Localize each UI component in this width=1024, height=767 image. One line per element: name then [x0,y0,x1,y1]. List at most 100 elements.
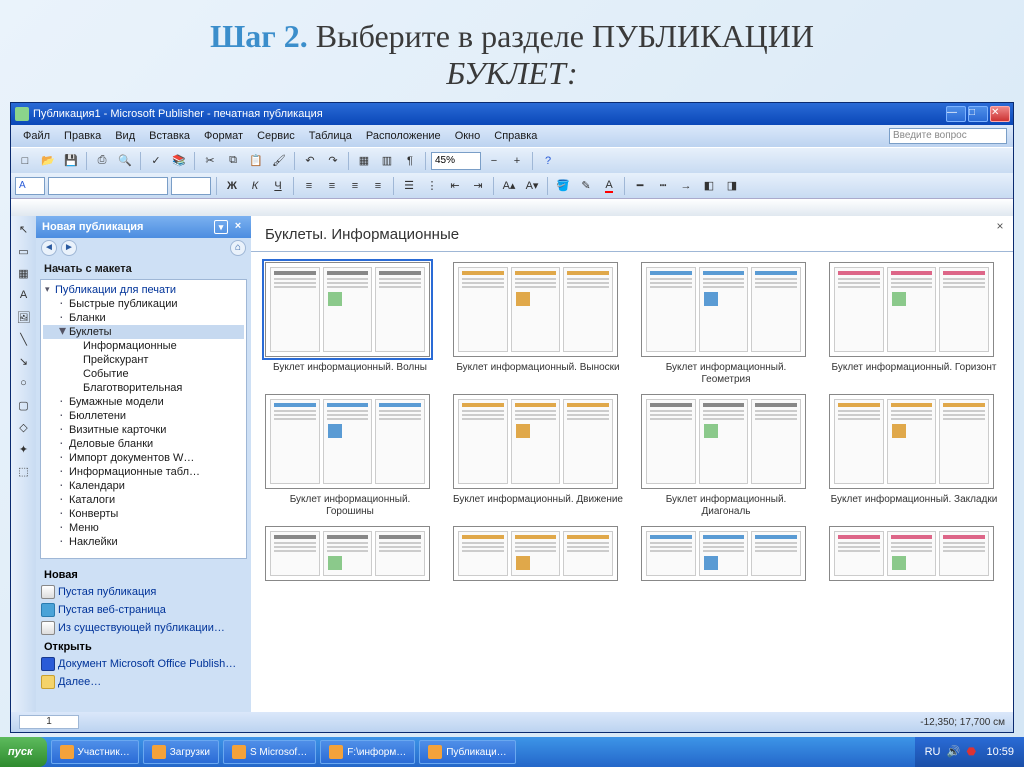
template-thumbnail[interactable]: Буклет информационный. Геометрия [641,262,811,386]
menu-tools[interactable]: Сервис [251,128,301,144]
menu-insert[interactable]: Вставка [143,128,196,144]
tree-item[interactable]: Наклейки [43,535,244,549]
size-combobox[interactable] [171,177,211,195]
research-icon[interactable]: 📚 [169,151,189,171]
template-thumbnail[interactable]: Буклет информационный. Горошины [265,394,435,518]
menu-format[interactable]: Формат [198,128,249,144]
tray-shield-icon[interactable]: ⬣ [966,745,980,759]
tree-item[interactable]: Благотворительная [43,381,244,395]
template-thumbnail[interactable]: Буклет информационный. Выноски [453,262,623,386]
print-icon[interactable]: ⎙ [92,151,112,171]
menu-window[interactable]: Окно [449,128,487,144]
taskpane-dropdown-icon[interactable]: ▾ [214,220,228,234]
help-search-input[interactable]: Введите вопрос [889,128,1007,144]
table-tool-icon[interactable]: ▦ [15,264,33,282]
menu-file[interactable]: Файл [17,128,56,144]
rect-tool-icon[interactable]: ▢ [15,396,33,414]
redo-icon[interactable]: ↷ [323,151,343,171]
tree-item[interactable]: Информационные табл… [43,465,244,479]
link-blank-webpage[interactable]: Пустая веб-страница [36,601,251,619]
tree-item[interactable]: Деловые бланки [43,437,244,451]
special-chars-icon[interactable]: ¶ [400,151,420,171]
start-button[interactable]: пуск [0,737,47,767]
taskbar-item[interactable]: Участник… [51,740,139,764]
line-style-icon[interactable]: ━ [630,176,650,196]
decrease-indent-icon[interactable]: ⇤ [445,176,465,196]
minimize-button[interactable]: — [946,106,966,122]
line-color-icon[interactable]: ✎ [576,176,596,196]
taskbar-item[interactable]: S Microsof… [223,740,316,764]
tree-item[interactable]: Публикации для печати [43,283,244,297]
clock[interactable]: 10:59 [986,746,1014,758]
link-open-more[interactable]: Далее… [36,673,251,691]
language-indicator[interactable]: RU [925,746,941,758]
menu-help[interactable]: Справка [488,128,543,144]
close-button[interactable]: ✕ [990,106,1010,122]
fill-color-icon[interactable]: 🪣 [553,176,573,196]
tree-item[interactable]: Событие [43,367,244,381]
style-combobox[interactable]: A [15,177,45,195]
template-thumbnail[interactable]: Буклет информационный. Закладки [829,394,999,518]
font-combobox[interactable] [48,177,168,195]
dash-style-icon[interactable]: ┅ [653,176,673,196]
textbox-tool-icon[interactable]: ▭ [15,242,33,260]
new-icon[interactable]: □ [15,151,35,171]
tree-item[interactable]: Бланки [43,311,244,325]
template-thumbnail[interactable] [453,526,623,586]
tree-item[interactable]: Визитные карточки [43,423,244,437]
help-icon[interactable]: ? [538,151,558,171]
tree-item[interactable]: Календари [43,479,244,493]
menu-view[interactable]: Вид [109,128,141,144]
bring-front-icon[interactable]: ▦ [354,151,374,171]
tree-item[interactable]: Бумажные модели [43,395,244,409]
tree-item[interactable]: Информационные [43,339,244,353]
columns-icon[interactable]: ▥ [377,151,397,171]
zoom-out-icon[interactable]: − [484,151,504,171]
align-right-icon[interactable]: ≡ [345,176,365,196]
cut-icon[interactable]: ✂ [200,151,220,171]
increase-indent-icon[interactable]: ⇥ [468,176,488,196]
arrow-style-icon[interactable]: → [676,176,696,196]
tree-item[interactable]: Быстрые публикации [43,297,244,311]
template-thumbnail[interactable]: Буклет информационный. Горизонт [829,262,999,386]
template-thumbnail[interactable] [265,526,435,586]
autoshapes-tool-icon[interactable]: ◇ [15,418,33,436]
preview-icon[interactable]: 🔍 [115,151,135,171]
tree-item[interactable]: Прейскурант [43,353,244,367]
tree-item[interactable]: Каталоги [43,493,244,507]
link-from-existing[interactable]: Из существующей публикации… [36,619,251,637]
taskbar-item[interactable]: Загрузки [143,740,219,764]
tray-volume-icon[interactable]: 🔊 [946,745,960,759]
gallery-close-icon[interactable]: × [993,220,1007,234]
shadow-icon[interactable]: ◧ [699,176,719,196]
align-left-icon[interactable]: ≡ [299,176,319,196]
tree-item[interactable]: Бюллетени [43,409,244,423]
menu-edit[interactable]: Правка [58,128,107,144]
template-thumbnail[interactable]: Буклет информационный. Диагональ [641,394,811,518]
open-icon[interactable]: 📂 [38,151,58,171]
underline-icon[interactable]: Ч [268,176,288,196]
template-thumbnail[interactable] [641,526,811,586]
maximize-button[interactable]: □ [968,106,988,122]
tree-item[interactable]: Конверты [43,507,244,521]
justify-icon[interactable]: ≡ [368,176,388,196]
zoom-combobox[interactable]: 45% [431,152,481,170]
wordart-tool-icon[interactable]: A [15,286,33,304]
taskpane-close-icon[interactable]: × [231,220,245,234]
shrink-font-icon[interactable]: A▾ [522,176,542,196]
tree-item[interactable]: Буклеты [43,325,244,339]
tree-item[interactable]: Импорт документов W… [43,451,244,465]
select-tool-icon[interactable]: ↖ [15,220,33,238]
template-thumbnail[interactable] [829,526,999,586]
forward-icon[interactable]: ► [61,240,77,256]
3d-icon[interactable]: ◨ [722,176,742,196]
oval-tool-icon[interactable]: ○ [15,374,33,392]
spell-icon[interactable]: ✓ [146,151,166,171]
arrow-tool-icon[interactable]: ↘ [15,352,33,370]
grow-font-icon[interactable]: A▴ [499,176,519,196]
tree-item[interactable]: Меню [43,521,244,535]
align-center-icon[interactable]: ≡ [322,176,342,196]
template-tree[interactable]: Публикации для печатиБыстрые публикацииБ… [40,279,247,559]
line-tool-icon[interactable]: ╲ [15,330,33,348]
back-icon[interactable]: ◄ [41,240,57,256]
